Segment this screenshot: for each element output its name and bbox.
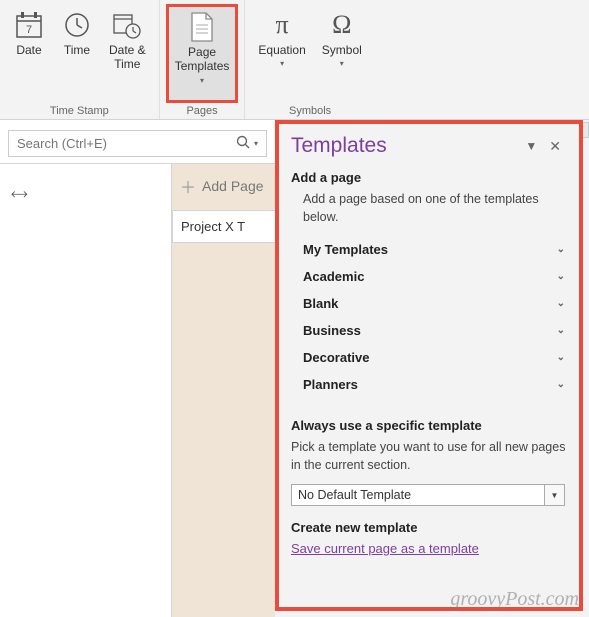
page-tab[interactable]: Project X T bbox=[172, 210, 275, 243]
always-use-description: Pick a template you want to use for all … bbox=[291, 439, 567, 474]
group-label-symbols: Symbols bbox=[289, 105, 331, 117]
default-template-select[interactable]: No Default Template ▼ bbox=[291, 484, 565, 506]
datetime-button[interactable]: Date & Time bbox=[102, 4, 153, 103]
time-label: Time bbox=[64, 43, 90, 57]
datetime-label: Date & Time bbox=[109, 43, 146, 72]
page-templates-label: Page Templates bbox=[175, 45, 230, 74]
chevron-down-icon: ⌄ bbox=[557, 352, 565, 363]
always-use-heading: Always use a specific template bbox=[291, 418, 567, 433]
date-label: Date bbox=[16, 43, 41, 57]
chevron-down-icon: ⌄ bbox=[557, 325, 565, 336]
category-blank[interactable]: Blank ⌄ bbox=[291, 290, 567, 317]
create-template-heading: Create new template bbox=[291, 520, 567, 535]
search-input[interactable] bbox=[17, 136, 230, 151]
search-box[interactable]: ▾ bbox=[8, 130, 267, 157]
pane-options-button[interactable]: ▼ bbox=[519, 137, 543, 155]
page-icon bbox=[186, 11, 218, 43]
equation-label: Equation bbox=[258, 43, 305, 57]
equation-button[interactable]: π Equation ▾ bbox=[251, 4, 312, 103]
search-icon[interactable] bbox=[230, 135, 250, 152]
pi-icon: π bbox=[266, 9, 298, 41]
save-as-template-link[interactable]: Save current page as a template bbox=[291, 541, 567, 556]
category-academic[interactable]: Academic ⌄ bbox=[291, 263, 567, 290]
category-label: Business bbox=[303, 323, 361, 338]
add-page-description: Add a page based on one of the templates… bbox=[291, 191, 567, 226]
page-templates-button[interactable]: Page Templates ▾ bbox=[166, 4, 239, 103]
category-business[interactable]: Business ⌄ bbox=[291, 317, 567, 344]
add-page-button[interactable]: ＋ Add Page bbox=[172, 164, 275, 208]
ribbon-group-pages: Page Templates ▾ Pages bbox=[160, 0, 246, 119]
omega-icon: Ω bbox=[326, 9, 358, 41]
time-button[interactable]: Time bbox=[54, 4, 100, 103]
main-area: ▾ ⤢ ＋ Add Page Project X T Templates ▼ ✕… bbox=[0, 120, 589, 617]
category-decorative[interactable]: Decorative ⌄ bbox=[291, 344, 567, 371]
chevron-down-icon: ⌄ bbox=[557, 298, 565, 309]
category-planners[interactable]: Planners ⌄ bbox=[291, 371, 567, 398]
pages-sidebar: ＋ Add Page Project X T bbox=[171, 164, 275, 617]
chevron-down-icon: ⌄ bbox=[557, 379, 565, 390]
select-dropdown-button[interactable]: ▼ bbox=[545, 484, 565, 506]
calendar-icon: 7 bbox=[13, 9, 45, 41]
chevron-down-icon: ▾ bbox=[200, 76, 204, 85]
add-page-heading: Add a page bbox=[291, 170, 567, 185]
date-button[interactable]: 7 Date bbox=[6, 4, 52, 103]
category-my-templates[interactable]: My Templates ⌄ bbox=[291, 236, 567, 263]
close-button[interactable]: ✕ bbox=[543, 136, 567, 157]
chevron-down-icon: ▾ bbox=[280, 59, 284, 68]
default-template-value: No Default Template bbox=[291, 484, 545, 506]
svg-text:7: 7 bbox=[26, 24, 32, 36]
search-dropdown-icon[interactable]: ▾ bbox=[254, 139, 258, 148]
add-page-label: Add Page bbox=[202, 178, 264, 194]
chevron-down-icon: ▾ bbox=[340, 59, 344, 68]
category-label: Planners bbox=[303, 377, 358, 392]
chevron-down-icon: ⌄ bbox=[557, 244, 565, 255]
templates-pane: Templates ▼ ✕ Add a page Add a page base… bbox=[275, 120, 583, 611]
page-canvas[interactable]: ⤢ bbox=[0, 164, 171, 617]
ribbon-group-timestamp: 7 Date Time Date & Time Time Stamp bbox=[0, 0, 160, 119]
expand-icon[interactable]: ⤢ bbox=[8, 184, 30, 206]
group-label-timestamp: Time Stamp bbox=[50, 105, 109, 117]
clock-icon bbox=[61, 9, 93, 41]
symbol-label: Symbol bbox=[322, 43, 362, 57]
left-column: ▾ ⤢ ＋ Add Page Project X T bbox=[0, 120, 275, 617]
ribbon: 7 Date Time Date & Time Time Stamp bbox=[0, 0, 589, 120]
category-label: My Templates bbox=[303, 242, 388, 257]
plus-icon: ＋ bbox=[180, 174, 196, 198]
symbol-button[interactable]: Ω Symbol ▾ bbox=[315, 4, 369, 103]
category-label: Academic bbox=[303, 269, 364, 284]
templates-title: Templates bbox=[291, 134, 519, 158]
ribbon-group-symbols: π Equation ▾ Ω Symbol ▾ Symbols bbox=[245, 0, 374, 119]
category-label: Blank bbox=[303, 296, 338, 311]
chevron-down-icon: ⌄ bbox=[557, 271, 565, 282]
calendar-clock-icon bbox=[111, 9, 143, 41]
category-label: Decorative bbox=[303, 350, 369, 365]
group-label-pages: Pages bbox=[186, 105, 217, 117]
